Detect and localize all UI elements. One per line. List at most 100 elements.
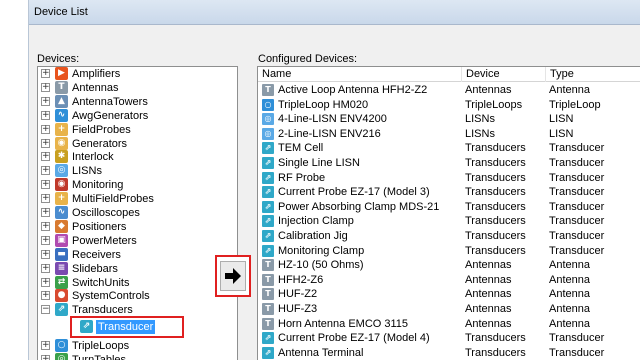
tree-item-systemcontrols[interactable]: + ● SystemControls (38, 289, 237, 303)
expand-icon[interactable]: + (41, 263, 50, 273)
tree-item-turntables[interactable]: + ◎ TurnTables (38, 353, 237, 360)
expand-icon[interactable]: + (41, 96, 50, 106)
list-row[interactable]: ⇗ Antenna Terminal Transducers Transducer (258, 346, 640, 360)
column-header-type[interactable]: Type (546, 67, 640, 82)
tree-item-amplifiers[interactable]: + ▶ Amplifiers (38, 67, 237, 81)
tree-item-label: Interlock (72, 151, 114, 164)
tree-item-label: MultiFieldProbes (72, 193, 154, 206)
row-name: Current Probe EZ-17 (Model 3) (278, 186, 430, 199)
interlock-icon: ✱ (55, 150, 68, 164)
tree-item-generators[interactable]: + ◉ Generators (38, 136, 237, 151)
row-type: Transducer (549, 230, 605, 242)
expand-icon[interactable]: + (41, 249, 50, 259)
add-device-button[interactable] (215, 255, 251, 297)
expand-icon[interactable]: + (41, 194, 50, 204)
list-row[interactable]: ⇗ Power Absorbing Clamp MDS-21 Transducers… (258, 200, 640, 215)
configured-devices-list[interactable]: Name Device Type T Active Loop Antenna HF… (257, 66, 640, 360)
tree-item-label: TurnTables (72, 353, 126, 360)
tree-item-powermeters[interactable]: + ▣ PowerMeters (38, 233, 237, 248)
row-device: Antennas (465, 288, 512, 301)
list-row[interactable]: ◎ 2-Line-LISN ENV216 LISNs LISN (258, 127, 640, 142)
expand-icon[interactable]: + (41, 166, 50, 176)
row-name: Injection Clamp (278, 215, 354, 228)
transducer-icon: ⇗ (262, 171, 274, 184)
expand-icon[interactable]: + (41, 110, 50, 120)
tree-item-awggenerators[interactable]: + ∿ AwgGenerators (38, 108, 237, 123)
tree-item-slidebars[interactable]: + ≡ Slidebars (38, 261, 237, 276)
list-row[interactable]: ⇗ Monitoring Clamp Transducers Transducer (258, 244, 640, 259)
tree-item-receivers[interactable]: + ▬ Receivers (38, 247, 237, 262)
selection-highlight (70, 316, 184, 339)
triple-loop-icon: ○ (262, 98, 274, 111)
expand-icon[interactable]: + (41, 82, 50, 92)
devices-tree[interactable]: + ▶ Amplifiers + T Antennas + ▲ AntennaTowers + ∿ A… (37, 66, 238, 360)
list-row[interactable]: T HZ-10 (50 Ohms) Antennas Antenna (258, 258, 640, 273)
list-row[interactable]: T Horn Antenna EMCO 3115 Antennas Antenna (258, 317, 640, 332)
row-type: Transducer (549, 142, 605, 155)
tree-item-label: PowerMeters (72, 234, 137, 247)
list-row[interactable]: ⇗ Current Probe EZ-17 (Model 4) Transducer… (258, 331, 640, 346)
antenna-icon: T (262, 303, 274, 315)
add-device-button-face[interactable] (220, 261, 246, 291)
expand-icon[interactable]: + (41, 341, 50, 351)
list-row[interactable]: ⇗ Injection Clamp Transducers Transducer (258, 214, 640, 229)
tree-item-monitoring[interactable]: + ◉ Monitoring (38, 178, 237, 192)
row-type: Transducer (549, 186, 605, 199)
row-name: Power Absorbing Clamp MDS-21 (278, 200, 440, 213)
row-device: Transducers (465, 244, 526, 257)
tree-item-switchunits[interactable]: + ⇄ SwitchUnits (38, 275, 237, 290)
list-row[interactable]: ⇗ Single Line LISN Transducers Transducer (258, 156, 640, 171)
expand-icon[interactable]: + (41, 69, 50, 78)
collapse-icon[interactable]: − (41, 305, 50, 315)
power-meter-icon: ▣ (55, 233, 68, 247)
list-row[interactable]: T HUF-Z2 Antennas Antenna (258, 287, 640, 302)
transducer-icon: ⇗ (262, 215, 274, 228)
transducer-icon: ⇗ (262, 346, 274, 359)
row-type: Transducer (549, 171, 605, 184)
row-name: HFH2-Z6 (278, 273, 324, 286)
tree-item-antennas[interactable]: + T Antennas (38, 80, 237, 95)
tree-item-positioners[interactable]: + ◆ Positioners (38, 219, 237, 234)
transducer-icon: ⇗ (262, 332, 274, 345)
list-row[interactable]: T Active Loop Antenna HFH2-Z2 Antennas Ante… (258, 83, 640, 98)
list-row[interactable]: T HUF-Z3 Antennas Antenna (258, 302, 640, 317)
expand-icon[interactable]: + (41, 221, 50, 231)
tree-item-interlock[interactable]: + ✱ Interlock (38, 150, 237, 164)
row-type: Antenna (549, 288, 590, 301)
tree-item-lisns[interactable]: + ◎ LISNs (38, 164, 237, 178)
expand-icon[interactable]: + (41, 291, 50, 301)
tree-item-label: SystemControls (72, 290, 150, 303)
list-row[interactable]: ◎ 4-Line-LISN ENV4200 LISNs LISN (258, 112, 640, 127)
expand-icon[interactable]: + (41, 277, 50, 287)
list-row[interactable]: ⇗ Current Probe EZ-17 (Model 3) Transducer… (258, 185, 640, 200)
tree-item-oscilloscopes[interactable]: + ∿ Oscilloscopes (38, 206, 237, 220)
row-device: Transducers (465, 200, 526, 213)
expand-icon[interactable]: + (41, 138, 50, 148)
list-row[interactable]: T HFH2-Z6 Antennas Antenna (258, 273, 640, 288)
tree-item-antennatowers[interactable]: + ▲ AntennaTowers (38, 94, 237, 109)
expand-icon[interactable]: + (41, 180, 50, 190)
expand-icon[interactable]: + (41, 152, 50, 162)
row-type: LISN (549, 127, 574, 140)
tree-item-label: Generators (72, 137, 128, 150)
row-name: TEM Cell (278, 142, 324, 155)
tree-item-tripleloops[interactable]: + ○ TripleLoops (38, 339, 237, 353)
right-arrow-icon (225, 268, 241, 284)
row-type: TripleLoop (549, 98, 601, 111)
list-row[interactable]: ○ TripleLoop HM020 TripleLoops TripleLoop (258, 98, 640, 113)
list-row[interactable]: ⇗ RF Probe Transducers Transducer (258, 171, 640, 186)
expand-icon[interactable]: + (41, 124, 50, 134)
tree-item-multifieldprobes[interactable]: + + MultiFieldProbes (38, 192, 237, 206)
tree-item-fieldprobes[interactable]: + + FieldProbes (38, 122, 237, 137)
tree-item-label: LISNs (72, 165, 102, 178)
list-row[interactable]: ⇗ Calibration Jig Transducers Transducer (258, 229, 640, 244)
tree-item-transducers[interactable]: − ⇗ Transducers (38, 303, 237, 317)
expand-icon[interactable]: + (41, 355, 50, 360)
list-row[interactable]: ⇗ TEM Cell Transducers Transducer (258, 141, 640, 156)
column-header-name[interactable]: Name (258, 67, 462, 82)
triple-loop-icon: ○ (55, 339, 68, 353)
expand-icon[interactable]: + (41, 235, 50, 245)
row-device: LISNs (465, 113, 495, 126)
expand-icon[interactable]: + (41, 208, 50, 217)
column-header-device[interactable]: Device (462, 67, 546, 82)
